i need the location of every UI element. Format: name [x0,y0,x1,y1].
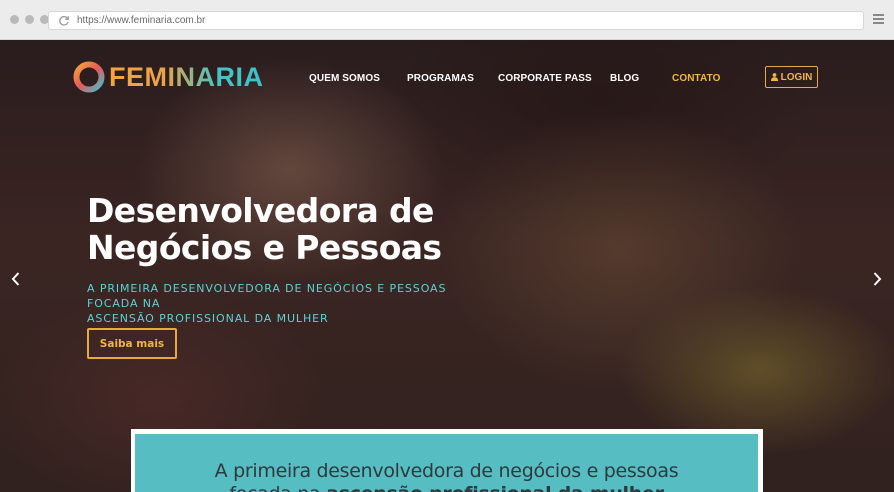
hero-headline-line2: Negócios e Pessoas [87,228,442,267]
browser-menu-icon[interactable] [873,14,884,25]
hero-headline-line1: Desenvolvedora de [87,191,434,230]
user-icon [770,73,778,81]
intro-line1: A primeira desenvolvedora de negócios e … [214,460,679,482]
address-bar[interactable]: https://www.feminaria.com.br [48,11,864,30]
hero-subtitle-line2: ASCENSÃO PROFISSIONAL DA MULHER [87,312,329,325]
hero-headline: Desenvolvedora de Negócios e Pessoas [87,191,442,267]
login-button[interactable]: LOGIN [765,66,818,88]
hero-subtitle: A PRIMEIRA DESENVOLVEDORA DE NEGÓCIOS E … [87,281,497,326]
carousel-next-icon[interactable] [871,271,883,287]
nav-item-contato[interactable]: CONTATO [672,73,720,84]
hero-section: FEMINARIA QUEM SOMOS PROGRAMAS CORPORATE… [0,40,894,492]
nav-item-quem-somos[interactable]: QUEM SOMOS [309,73,380,84]
intro-panel: A primeira desenvolvedora de negócios e … [135,434,758,492]
intro-line2-bold: ascensão profissional da mulher [326,483,664,492]
minimize-window-button[interactable] [25,15,34,24]
close-window-button[interactable] [10,15,19,24]
logo-text: FEMINARIA [109,62,264,92]
site-logo[interactable]: FEMINARIA [72,60,264,94]
nav-item-corporate-pass[interactable]: CORPORATE PASS [498,73,592,84]
nav-item-programas[interactable]: PROGRAMAS [407,73,474,84]
browser-toolbar: https://www.feminaria.com.br [0,0,894,40]
url-text: https://www.feminaria.com.br [77,15,206,26]
hero-subtitle-line1: A PRIMEIRA DESENVOLVEDORA DE NEGÓCIOS E … [87,282,447,310]
window-controls [10,15,49,24]
intro-line2-prefix: focada na [229,483,326,492]
login-label: LOGIN [780,71,813,83]
nav-item-blog[interactable]: BLOG [610,73,639,84]
saiba-mais-button[interactable]: Saiba mais [87,328,177,359]
logo-ring-icon [73,61,105,93]
reload-icon[interactable] [57,14,71,28]
carousel-prev-icon[interactable] [10,271,22,287]
intro-text: A primeira desenvolvedora de negócios e … [135,460,758,492]
